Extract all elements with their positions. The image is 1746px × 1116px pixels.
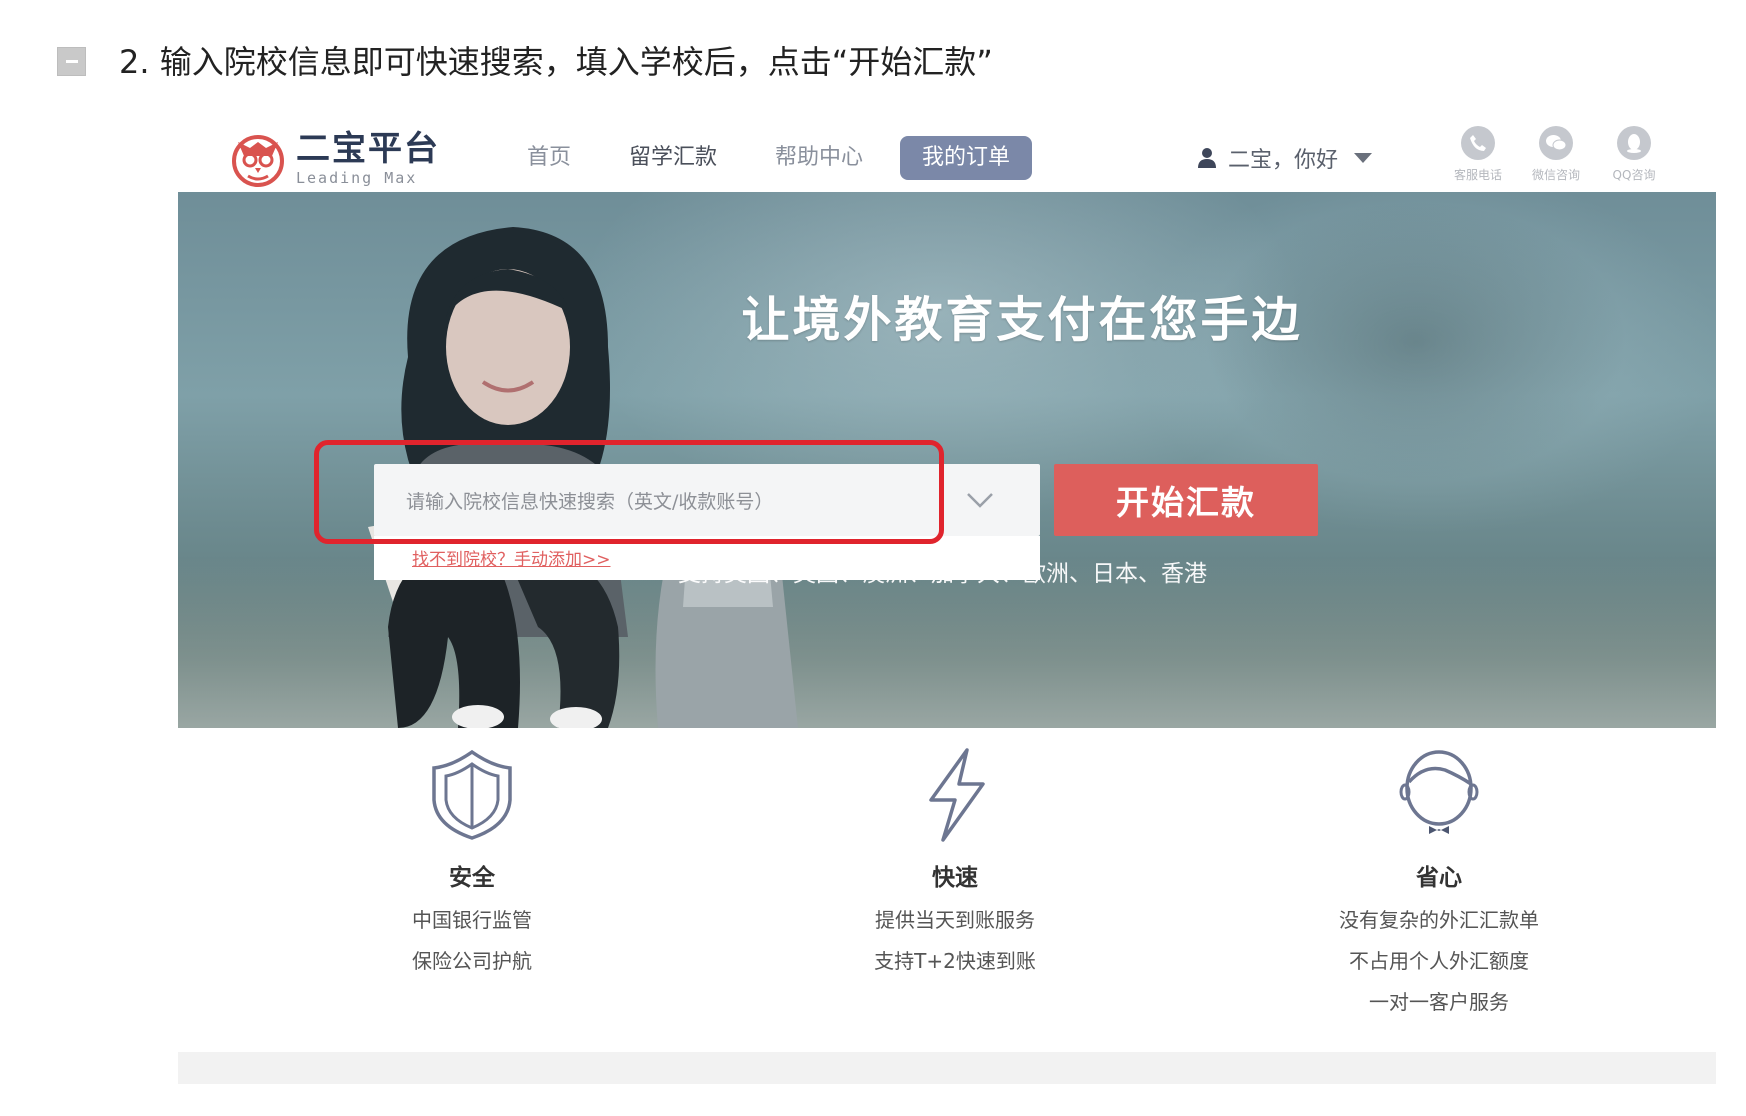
website-screenshot: 二宝平台 Leading Max 首页 留学汇款 帮助中心 我的订单 二宝，你好… [178,112,1716,1084]
service-person-icon [1399,750,1479,834]
contact-links: 客服电话 微信咨询 QQ咨询 [1446,126,1666,183]
user-icon [1198,148,1216,168]
logo-english-name: Leading Max [296,169,418,187]
features-section: 安全 中国银行监管 保险公司护航 快速 提供当天到账服务 支持T+2快速到账 省… [178,728,1716,1014]
feature-fast: 快速 提供当天到账服务 支持T+2快速到账 [755,728,1155,974]
nav-item-my-orders[interactable]: 我的订单 [900,136,1033,180]
feature-line: 没有复杂的外汇汇款单 [1339,908,1539,932]
nav-item-help[interactable]: 帮助中心 [746,136,892,180]
user-greeting: 二宝，你好 [1228,148,1339,173]
supported-regions-text: 支持美国、英国、澳洲、加拿大、欧洲、日本、香港 [678,561,1207,587]
contact-phone[interactable]: 客服电话 [1446,126,1510,183]
chevron-down-icon [1354,153,1373,163]
phone-icon [1470,135,1486,151]
feature-line: 一对一客户服务 [1369,990,1509,1014]
logo-chinese-name: 二宝平台 [296,129,440,169]
hero-headline: 让境外教育支付在您手边 [741,292,1303,348]
manual-add-school-link[interactable]: 找不到院校？手动添加>> [412,545,611,570]
feature-line: 中国银行监管 [412,908,532,932]
feature-title: 省心 [1416,865,1462,891]
collapse-toggle-button[interactable] [57,47,86,76]
feature-line: 支持T+2快速到账 [874,949,1036,973]
feature-line: 提供当天到账服务 [875,908,1035,932]
chevron-down-icon[interactable] [960,480,1000,520]
shield-icon [432,749,512,840]
minus-icon [65,60,78,63]
owl-logo-icon [232,135,284,187]
feature-worry-free: 省心 没有复杂的外汇汇款单 不占用个人外汇额度 一对一客户服务 [1239,728,1639,1015]
contact-label: 客服电话 [1453,168,1502,182]
lightning-icon [929,748,985,842]
search-highlight-annotation [314,440,944,544]
nav-item-home[interactable]: 首页 [498,136,600,180]
contact-label: 微信咨询 [1531,168,1580,182]
qq-icon [1627,134,1641,153]
feature-safe: 安全 中国银行监管 保险公司护航 [272,728,672,974]
wechat-icon [1546,135,1567,151]
footer-band [178,1052,1716,1084]
feature-line: 不占用个人外汇额度 [1349,949,1529,973]
feature-title: 安全 [449,865,495,891]
main-nav: 首页 留学汇款 帮助中心 我的订单 [498,136,1033,180]
hero-banner: 让境外教育支付在您手边 请输入院校信息快速搜索（英文/收款账号） 找不到院校？手… [178,192,1716,728]
instruction-step-text: 2. 输入院校信息即可快速搜索，填入学校后，点击“开始汇款” [119,43,993,81]
contact-wechat[interactable]: 微信咨询 [1524,126,1588,183]
contact-label: QQ咨询 [1612,168,1656,182]
start-remittance-button[interactable]: 开始汇款 [1054,464,1318,536]
user-menu[interactable]: 二宝，你好 [1196,142,1373,174]
feature-title: 快速 [932,865,978,891]
feature-line: 保险公司护航 [412,949,532,973]
site-logo[interactable]: 二宝平台 Leading Max [228,126,440,190]
contact-qq[interactable]: QQ咨询 [1602,126,1666,183]
nav-item-remittance[interactable]: 留学汇款 [600,136,746,180]
